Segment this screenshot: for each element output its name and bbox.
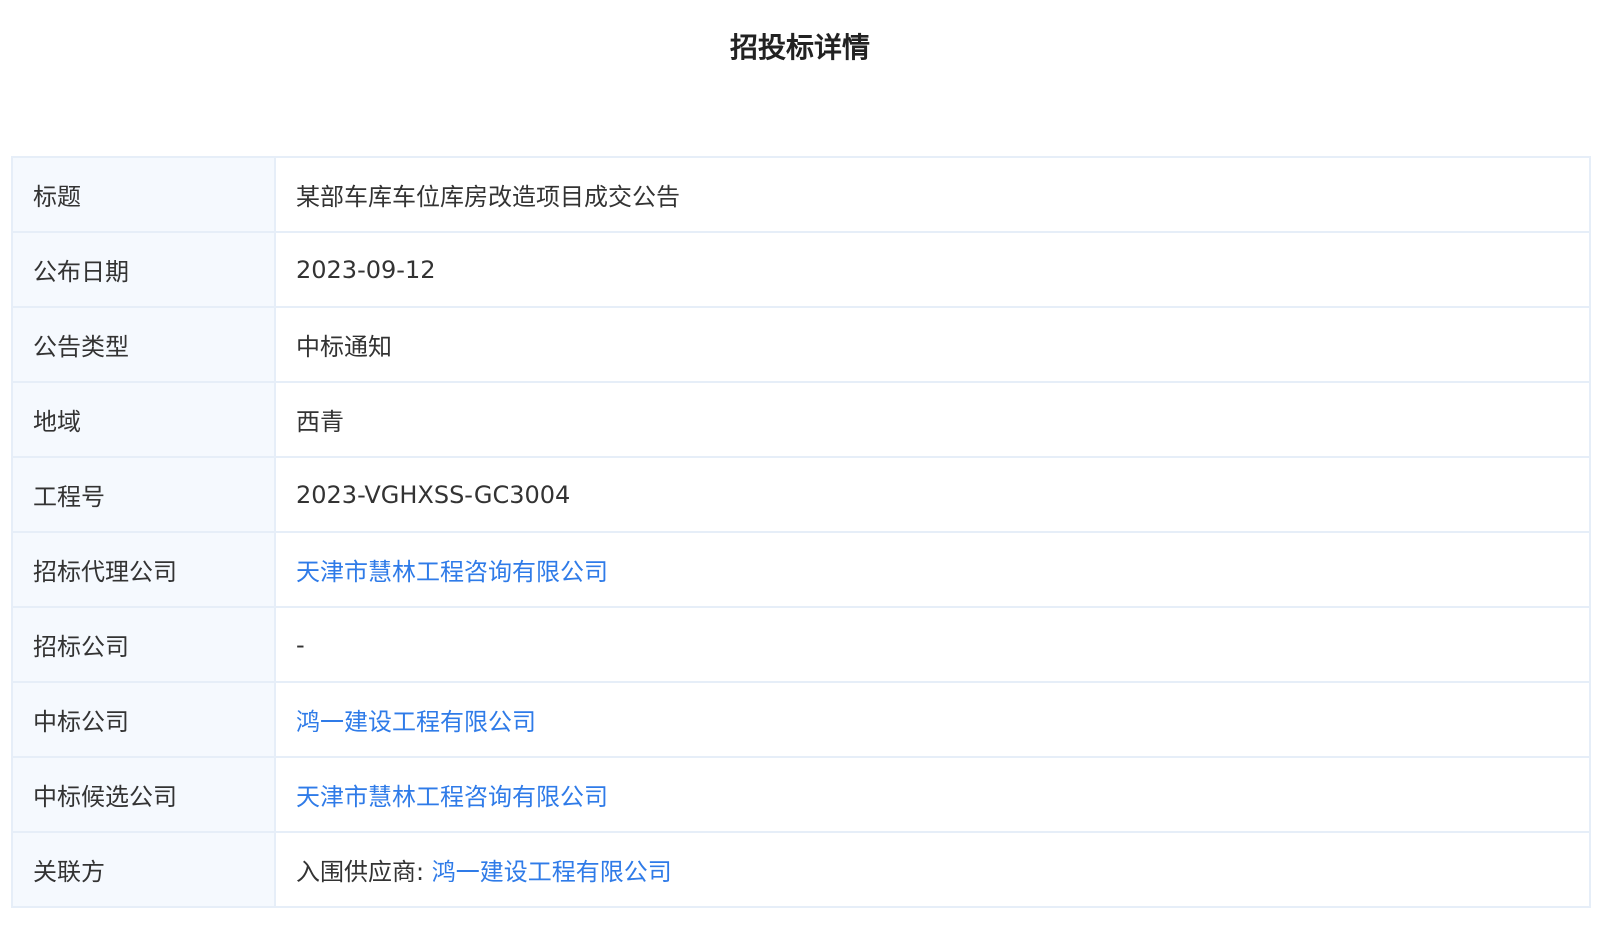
row-publish-date: 公布日期 2023-09-12 xyxy=(12,232,1590,308)
row-project-no: 工程号 2023-VGHXSS-GC3004 xyxy=(12,457,1590,533)
related-prefix: 入围供应商: xyxy=(296,858,432,886)
label-region: 地域 xyxy=(12,382,276,458)
label-winner: 中标公司 xyxy=(12,682,276,758)
row-notice-type: 公告类型 中标通知 xyxy=(12,307,1590,383)
value-region: 西青 xyxy=(275,382,1590,458)
label-candidate: 中标候选公司 xyxy=(12,757,276,833)
value-project-no: 2023-VGHXSS-GC3004 xyxy=(275,457,1590,533)
winner-company-link[interactable]: 鸿一建设工程有限公司 xyxy=(296,708,536,736)
row-title: 标题 某部车库车位库房改造项目成交公告 xyxy=(12,157,1590,233)
row-related: 关联方 入围供应商: 鸿一建设工程有限公司 xyxy=(12,832,1590,907)
value-candidate-cell: 天津市慧林工程咨询有限公司 xyxy=(275,757,1590,833)
row-candidate: 中标候选公司 天津市慧林工程咨询有限公司 xyxy=(12,757,1590,833)
value-publish-date: 2023-09-12 xyxy=(275,232,1590,308)
label-related: 关联方 xyxy=(12,832,276,907)
value-winner-cell: 鸿一建设工程有限公司 xyxy=(275,682,1590,758)
value-tenderer: - xyxy=(275,607,1590,683)
detail-table: 标题 某部车库车位库房改造项目成交公告 公布日期 2023-09-12 公告类型… xyxy=(11,156,1591,908)
label-project-no: 工程号 xyxy=(12,457,276,533)
candidate-company-link[interactable]: 天津市慧林工程咨询有限公司 xyxy=(296,783,608,811)
row-winner: 中标公司 鸿一建设工程有限公司 xyxy=(12,682,1590,758)
row-agency: 招标代理公司 天津市慧林工程咨询有限公司 xyxy=(12,532,1590,608)
label-notice-type: 公告类型 xyxy=(12,307,276,383)
value-notice-type: 中标通知 xyxy=(275,307,1590,383)
related-company-link[interactable]: 鸿一建设工程有限公司 xyxy=(432,858,672,886)
label-agency: 招标代理公司 xyxy=(12,532,276,608)
agency-company-link[interactable]: 天津市慧林工程咨询有限公司 xyxy=(296,558,608,586)
label-title: 标题 xyxy=(12,157,276,233)
page-title: 招投标详情 xyxy=(729,31,870,64)
value-title: 某部车库车位库房改造项目成交公告 xyxy=(275,157,1590,233)
label-publish-date: 公布日期 xyxy=(12,232,276,308)
label-tenderer: 招标公司 xyxy=(12,607,276,683)
value-agency-cell: 天津市慧林工程咨询有限公司 xyxy=(275,532,1590,608)
row-tenderer: 招标公司 - xyxy=(12,607,1590,683)
bid-detail-page: 招投标详情 标题 某部车库车位库房改造项目成交公告 公布日期 2023-09-1… xyxy=(0,0,1600,944)
row-region: 地域 西青 xyxy=(12,382,1590,458)
value-related-cell: 入围供应商: 鸿一建设工程有限公司 xyxy=(275,832,1590,907)
